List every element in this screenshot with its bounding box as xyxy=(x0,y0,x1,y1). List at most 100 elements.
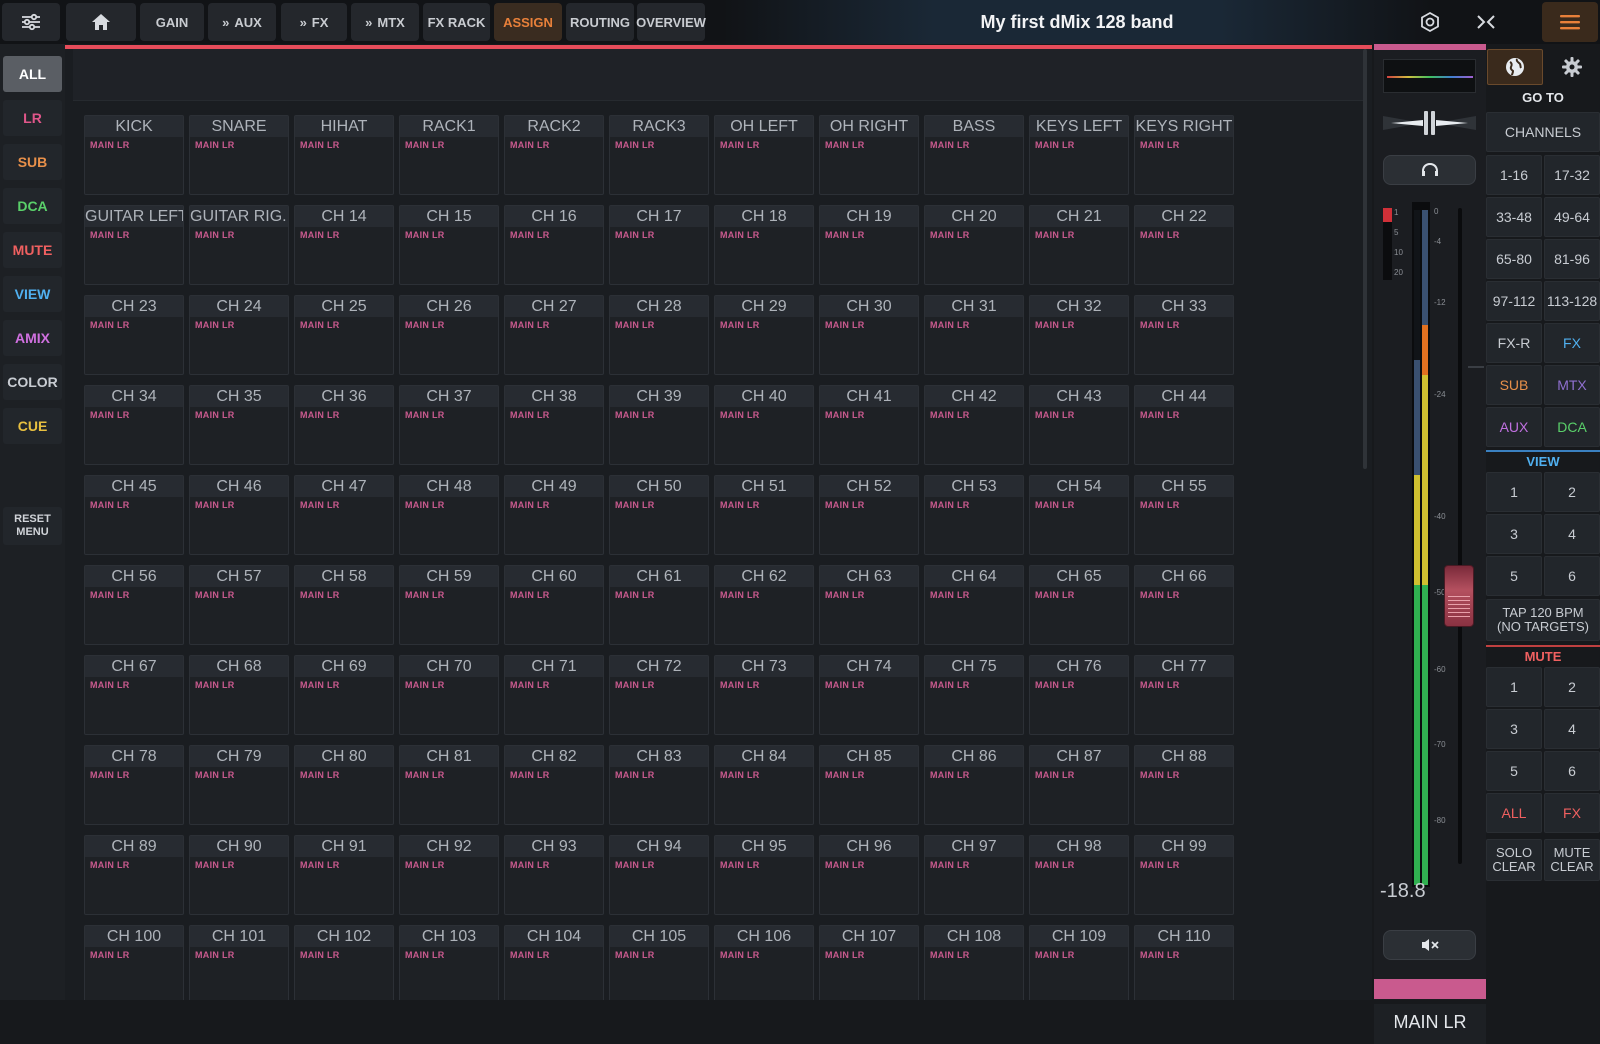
fader-track[interactable] xyxy=(1458,208,1462,864)
channel-cell[interactable]: CH 37 MAIN LR xyxy=(399,385,499,465)
tab-assign[interactable]: ASSIGN xyxy=(494,3,562,41)
channel-cell[interactable]: CH 55 MAIN LR xyxy=(1134,475,1234,555)
channel-cell[interactable]: SNARE MAIN LR xyxy=(189,115,289,195)
tab-gain[interactable]: GAIN xyxy=(140,3,204,41)
fader-knob[interactable] xyxy=(1444,565,1474,627)
channel-cell[interactable]: CH 59 MAIN LR xyxy=(399,565,499,645)
mute-group-2-button[interactable]: 2 xyxy=(1544,667,1600,707)
channel-cell[interactable]: CH 102 MAIN LR xyxy=(294,925,394,1000)
channel-cell[interactable]: CH 78 MAIN LR xyxy=(84,745,184,825)
goto-sub-button[interactable]: SUB xyxy=(1486,365,1542,405)
filter-amix-button[interactable]: AMIX xyxy=(3,320,62,356)
channel-cell[interactable]: CH 30 MAIN LR xyxy=(819,295,919,375)
channel-cell[interactable]: CH 16 MAIN LR xyxy=(504,205,604,285)
channel-cell[interactable]: CH 107 MAIN LR xyxy=(819,925,919,1000)
channel-cell[interactable]: RACK1 MAIN LR xyxy=(399,115,499,195)
channel-cell[interactable]: CH 67 MAIN LR xyxy=(84,655,184,735)
filter-color-button[interactable]: COLOR xyxy=(3,364,62,400)
channel-cell[interactable]: CH 39 MAIN LR xyxy=(609,385,709,465)
channel-cell[interactable]: CH 66 MAIN LR xyxy=(1134,565,1234,645)
strip-name[interactable]: MAIN LR xyxy=(1374,1004,1486,1044)
channel-cell[interactable]: CH 15 MAIN LR xyxy=(399,205,499,285)
filter-lr-button[interactable]: LR xyxy=(3,100,62,136)
channel-cell[interactable]: CH 81 MAIN LR xyxy=(399,745,499,825)
channel-cell[interactable]: CH 79 MAIN LR xyxy=(189,745,289,825)
channel-cell[interactable]: CH 101 MAIN LR xyxy=(189,925,289,1000)
channel-cell[interactable]: CH 57 MAIN LR xyxy=(189,565,289,645)
view-6-button[interactable]: 6 xyxy=(1544,556,1600,596)
range-65-80-button[interactable]: 65-80 xyxy=(1486,239,1542,279)
channel-cell[interactable]: CH 110 MAIN LR xyxy=(1134,925,1234,1000)
range-1-16-button[interactable]: 1-16 xyxy=(1486,155,1542,195)
channel-cell[interactable]: CH 73 MAIN LR xyxy=(714,655,814,735)
channel-cell[interactable]: CH 28 MAIN LR xyxy=(609,295,709,375)
channel-cell[interactable]: CH 52 MAIN LR xyxy=(819,475,919,555)
mute-all-button[interactable]: ALL xyxy=(1486,793,1542,833)
channel-cell[interactable]: CH 27 MAIN LR xyxy=(504,295,604,375)
tab-aux[interactable]: » AUX xyxy=(208,3,276,41)
tab-fx[interactable]: » FX xyxy=(281,3,347,41)
home-button[interactable] xyxy=(66,3,136,41)
channel-cell[interactable]: CH 104 MAIN LR xyxy=(504,925,604,1000)
channel-cell[interactable]: CH 72 MAIN LR xyxy=(609,655,709,735)
channel-cell[interactable]: HIHAT MAIN LR xyxy=(294,115,394,195)
channel-cell[interactable]: CH 95 MAIN LR xyxy=(714,835,814,915)
filter-all-button[interactable]: ALL xyxy=(3,56,62,92)
channel-cell[interactable]: CH 106 MAIN LR xyxy=(714,925,814,1000)
channel-cell[interactable]: CH 21 MAIN LR xyxy=(1029,205,1129,285)
mute-group-4-button[interactable]: 4 xyxy=(1544,709,1600,749)
channel-cell[interactable]: CH 98 MAIN LR xyxy=(1029,835,1129,915)
channel-cell[interactable]: OH RIGHT MAIN LR xyxy=(819,115,919,195)
channel-cell[interactable]: CH 108 MAIN LR xyxy=(924,925,1024,1000)
channel-cell[interactable]: CH 42 MAIN LR xyxy=(924,385,1024,465)
channel-cell[interactable]: CH 60 MAIN LR xyxy=(504,565,604,645)
reset-menu-button[interactable]: RESET MENU xyxy=(3,507,62,545)
channel-cell[interactable]: CH 69 MAIN LR xyxy=(294,655,394,735)
mute-fx-button[interactable]: FX xyxy=(1544,793,1600,833)
channel-cell[interactable]: CH 99 MAIN LR xyxy=(1134,835,1234,915)
mute-button[interactable] xyxy=(1383,930,1476,960)
channel-cell[interactable]: CH 89 MAIN LR xyxy=(84,835,184,915)
channel-cell[interactable]: CH 40 MAIN LR xyxy=(714,385,814,465)
tab-fx-rack[interactable]: FX RACK xyxy=(423,3,490,41)
mute-clear-button[interactable]: MUTE CLEAR xyxy=(1544,839,1600,881)
channel-cell[interactable]: CH 36 MAIN LR xyxy=(294,385,394,465)
mute-group-1-button[interactable]: 1 xyxy=(1486,667,1542,707)
panner[interactable] xyxy=(1383,108,1476,138)
solo-clear-button[interactable]: SOLO CLEAR xyxy=(1486,839,1542,881)
goto-fx-button[interactable]: FX xyxy=(1544,323,1600,363)
settings-button[interactable] xyxy=(1544,49,1600,85)
goto-mtx-button[interactable]: MTX xyxy=(1544,365,1600,405)
channel-cell[interactable]: CH 20 MAIN LR xyxy=(924,205,1024,285)
filter-mute-button[interactable]: MUTE xyxy=(3,232,62,268)
grid-scrollbar[interactable] xyxy=(1363,49,1367,469)
goto-aux-button[interactable]: AUX xyxy=(1486,407,1542,447)
range-81-96-button[interactable]: 81-96 xyxy=(1544,239,1600,279)
view-5-button[interactable]: 5 xyxy=(1486,556,1542,596)
channel-cell[interactable]: CH 18 MAIN LR xyxy=(714,205,814,285)
channel-cell[interactable]: CH 41 MAIN LR xyxy=(819,385,919,465)
tab-routing[interactable]: ROUTING xyxy=(566,3,634,41)
goto-fx-returns-button[interactable]: FX-R xyxy=(1486,323,1542,363)
globe-button[interactable] xyxy=(1487,49,1543,85)
channel-cell[interactable]: CH 97 MAIN LR xyxy=(924,835,1024,915)
channel-cell[interactable]: CH 50 MAIN LR xyxy=(609,475,709,555)
tap-tempo-button[interactable]: TAP 120 BPM (NO TARGETS) xyxy=(1486,599,1600,641)
channel-cell[interactable]: CH 38 MAIN LR xyxy=(504,385,604,465)
channel-cell[interactable]: CH 65 MAIN LR xyxy=(1029,565,1129,645)
channel-cell[interactable]: CH 26 MAIN LR xyxy=(399,295,499,375)
goto-dca-button[interactable]: DCA xyxy=(1544,407,1600,447)
channel-cell[interactable]: CH 68 MAIN LR xyxy=(189,655,289,735)
channel-cell[interactable]: CH 14 MAIN LR xyxy=(294,205,394,285)
channel-cell[interactable]: CH 43 MAIN LR xyxy=(1029,385,1129,465)
channel-cell[interactable]: CH 105 MAIN LR xyxy=(609,925,709,1000)
channel-cell[interactable]: KICK MAIN LR xyxy=(84,115,184,195)
range-49-64-button[interactable]: 49-64 xyxy=(1544,197,1600,237)
mute-group-3-button[interactable]: 3 xyxy=(1486,709,1542,749)
channel-cell[interactable]: CH 19 MAIN LR xyxy=(819,205,919,285)
channel-cell[interactable]: CH 33 MAIN LR xyxy=(1134,295,1234,375)
channel-cell[interactable]: CH 47 MAIN LR xyxy=(294,475,394,555)
channel-cell[interactable]: CH 109 MAIN LR xyxy=(1029,925,1129,1000)
range-97-112-button[interactable]: 97-112 xyxy=(1486,281,1542,321)
channel-cell[interactable]: KEYS RIGHT MAIN LR xyxy=(1134,115,1234,195)
